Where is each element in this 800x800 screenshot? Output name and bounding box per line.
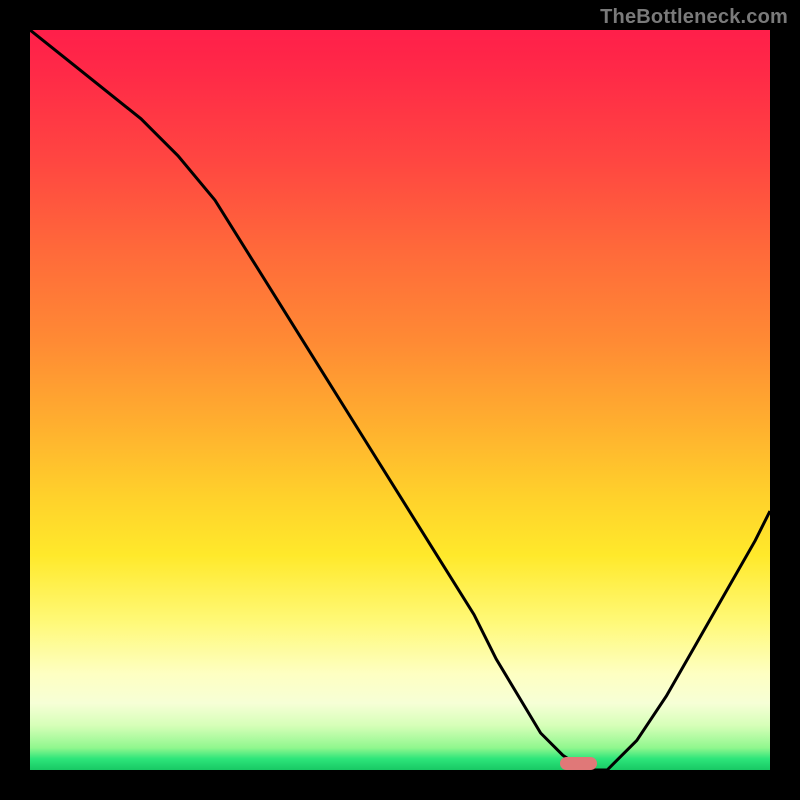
watermark-text: TheBottleneck.com <box>600 6 788 29</box>
minimum-marker <box>560 757 597 770</box>
gradient-plot-area <box>30 30 770 770</box>
chart-frame: TheBottleneck.com <box>0 0 800 800</box>
